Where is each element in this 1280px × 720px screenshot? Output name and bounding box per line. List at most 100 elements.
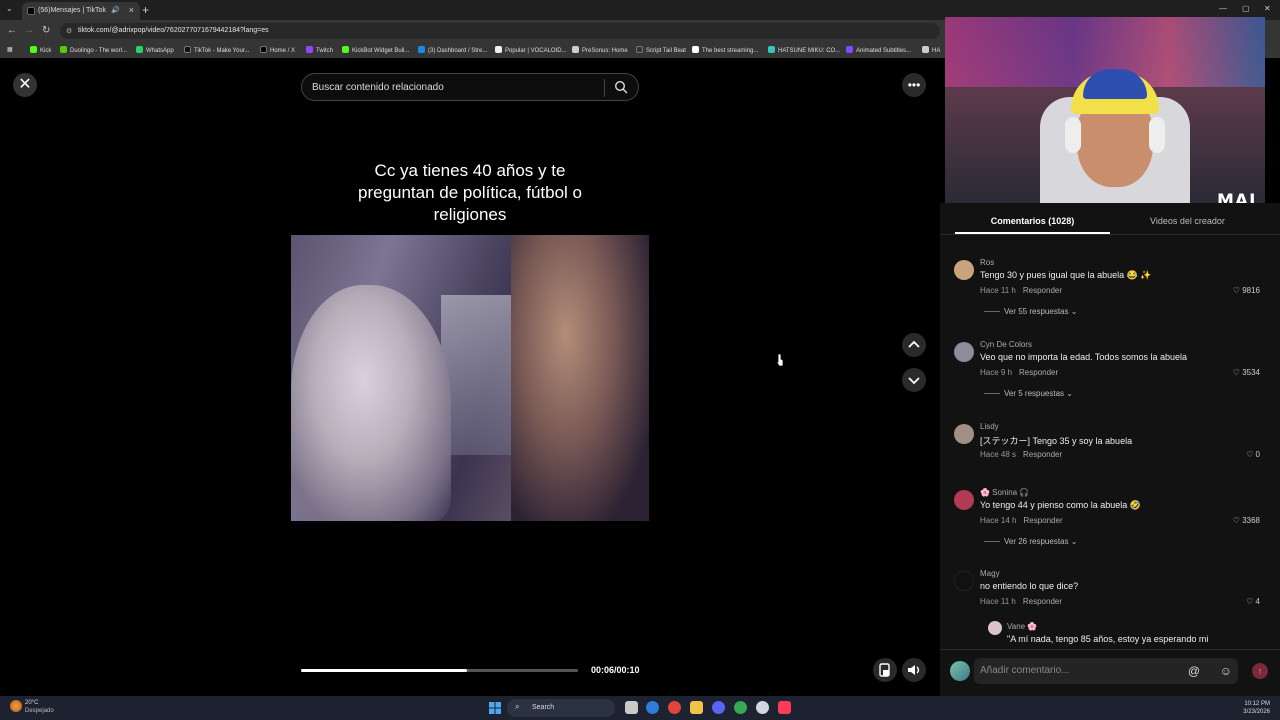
bookmark-11[interactable]: The best streaming... bbox=[692, 46, 758, 54]
reload-icon[interactable]: ↻ bbox=[42, 25, 50, 36]
speaker-icon[interactable]: 🔊 bbox=[111, 6, 120, 14]
bookmark-13[interactable]: Animated Subtitles... bbox=[846, 46, 911, 54]
related-search-input[interactable]: Buscar contenido relacionado bbox=[301, 73, 639, 101]
young-woman-figure bbox=[511, 235, 649, 521]
reply-button[interactable]: Responder bbox=[1023, 516, 1062, 525]
bookmark-7[interactable]: (3) Dashboard / Stre... bbox=[418, 46, 487, 54]
reply-text: "A mí nada, tengo 85 años, estoy ya espe… bbox=[1007, 634, 1209, 644]
avatar[interactable] bbox=[954, 490, 974, 510]
like-button[interactable]: ♡ 3368 bbox=[1233, 516, 1260, 525]
site-info-icon[interactable]: ⚙ bbox=[66, 27, 72, 35]
bookmark-4[interactable]: Home / X bbox=[260, 46, 295, 54]
pip-button[interactable] bbox=[873, 658, 897, 682]
view-replies-button[interactable]: Ver 26 respuestas ⌄ bbox=[984, 537, 1077, 546]
browser-tab[interactable]: (56)Mensajes | TikTok 🔊 × bbox=[22, 2, 140, 20]
previous-video-button[interactable] bbox=[902, 333, 926, 357]
bookmark-icon bbox=[922, 46, 929, 53]
bookmark-8[interactable]: Popular | VOCALOID... bbox=[495, 46, 567, 54]
comment-input[interactable]: Añadir comentario... @ ☺ bbox=[974, 658, 1238, 684]
comment-user[interactable]: 🌸 Sonina 🎧 bbox=[980, 488, 1029, 497]
taskbar-search[interactable]: ⌕ Search bbox=[507, 699, 615, 717]
tab-search-icon[interactable]: ⌄ bbox=[6, 4, 13, 13]
close-video-button[interactable]: ✕ bbox=[13, 73, 37, 97]
comment-meta: Hace 9 h Responder bbox=[980, 368, 1058, 377]
bookmark-1[interactable]: Duolingo - The worl... bbox=[60, 46, 127, 54]
like-button[interactable]: ♡ 3534 bbox=[1233, 368, 1260, 377]
comment-placeholder: Añadir comentario... bbox=[980, 665, 1070, 676]
bookmark-0[interactable]: Kick bbox=[30, 46, 51, 54]
bookmark-icon bbox=[60, 46, 67, 53]
bookmark-10[interactable]: Script Tail Beat bbox=[636, 46, 686, 54]
minimize-icon[interactable]: — bbox=[1219, 4, 1227, 13]
comment-text: Tengo 30 y pues igual que la abuela 😂 ✨ bbox=[980, 270, 1152, 280]
avatar[interactable] bbox=[954, 571, 974, 591]
comment-user[interactable]: Magy bbox=[980, 569, 1000, 578]
avatar[interactable] bbox=[954, 342, 974, 362]
opera-icon[interactable] bbox=[668, 701, 681, 714]
tab-comments[interactable]: Comentarios (1028) bbox=[955, 216, 1110, 226]
discord-icon[interactable] bbox=[712, 701, 725, 714]
comment-meta: Hace 11 h Responder bbox=[980, 286, 1062, 295]
view-replies-button[interactable]: Ver 5 respuestas ⌄ bbox=[984, 389, 1073, 398]
reply-button[interactable]: Responder bbox=[1023, 597, 1062, 606]
comment-user[interactable]: Cyn De Colors bbox=[980, 340, 1032, 349]
bookmark-icon bbox=[306, 46, 313, 53]
video-progress-fill bbox=[301, 669, 468, 672]
bookmark-6[interactable]: KickBot Widget Buil... bbox=[342, 46, 409, 54]
like-count: 0 bbox=[1255, 450, 1260, 459]
reply-button[interactable]: Responder bbox=[1023, 286, 1062, 295]
search-icon[interactable] bbox=[614, 80, 628, 94]
bookmark-5[interactable]: Twitch bbox=[306, 46, 333, 54]
new-tab-button[interactable]: + bbox=[142, 3, 149, 17]
volume-button[interactable] bbox=[902, 658, 926, 682]
volume-icon bbox=[908, 665, 920, 675]
like-button[interactable]: ♡ 4 bbox=[1246, 597, 1260, 606]
bookmark-icon bbox=[260, 46, 267, 53]
tab-creator-videos[interactable]: Videos del creador bbox=[1110, 216, 1265, 226]
maximize-icon[interactable]: ▢ bbox=[1242, 4, 1250, 13]
avatar[interactable] bbox=[954, 260, 974, 280]
comment-meta: Hace 11 h Responder bbox=[980, 597, 1062, 606]
picture-in-picture-icon bbox=[879, 663, 890, 677]
like-button[interactable]: ♡ 0 bbox=[1246, 450, 1260, 459]
video-progress-bar[interactable] bbox=[301, 669, 578, 672]
url-field[interactable]: ⚙ tiktok.com/@adrixpop/video/76202770716… bbox=[60, 23, 940, 39]
background-figure bbox=[441, 295, 521, 455]
settings-icon[interactable] bbox=[756, 701, 769, 714]
search-placeholder: Buscar contenido relacionado bbox=[312, 82, 444, 93]
window-close-icon[interactable]: ✕ bbox=[1264, 4, 1271, 13]
reply-button[interactable]: Responder bbox=[1019, 368, 1058, 377]
apps-icon[interactable]: ▦ bbox=[7, 46, 13, 53]
bookmark-9[interactable]: PreSonus: Home bbox=[572, 46, 628, 54]
emoji-icon[interactable]: ☺ bbox=[1220, 664, 1232, 678]
send-button[interactable]: ↑ bbox=[1252, 663, 1268, 679]
bookmark-12[interactable]: HATSUNE MIKU: CO... bbox=[768, 46, 840, 54]
bookmark-14[interactable]: HA bbox=[922, 46, 940, 54]
comment-user[interactable]: Lisdy bbox=[980, 422, 999, 431]
streamer-logo: MAI bbox=[1217, 191, 1257, 203]
comment-user[interactable]: Ros bbox=[980, 258, 994, 267]
avatar[interactable] bbox=[954, 424, 974, 444]
system-clock[interactable]: 10:12 PM 3/23/2026 bbox=[1243, 700, 1270, 716]
reply-user[interactable]: Vane 🌸 bbox=[1007, 622, 1037, 631]
reply-button[interactable]: Responder bbox=[1023, 450, 1062, 459]
like-button[interactable]: ♡ 9816 bbox=[1233, 286, 1260, 295]
start-icon[interactable] bbox=[489, 702, 501, 714]
tab-close-icon[interactable]: × bbox=[129, 5, 134, 15]
view-replies-button[interactable]: Ver 55 respuestas ⌄ bbox=[984, 307, 1077, 316]
forward-icon[interactable]: → bbox=[24, 25, 34, 36]
avatar[interactable] bbox=[988, 621, 1002, 635]
music-app-icon[interactable] bbox=[778, 701, 791, 714]
chrome-icon[interactable] bbox=[734, 701, 747, 714]
bookmark-3[interactable]: TikTok - Make Your... bbox=[184, 46, 249, 54]
task-view-icon[interactable] bbox=[625, 701, 638, 714]
tiktok-favicon-icon bbox=[27, 7, 35, 15]
file-explorer-icon[interactable] bbox=[690, 701, 703, 714]
back-icon[interactable]: ← bbox=[7, 25, 17, 36]
mention-icon[interactable]: @ bbox=[1188, 664, 1200, 678]
more-options-icon[interactable]: ••• bbox=[902, 73, 926, 97]
bookmark-2[interactable]: WhatsApp bbox=[136, 46, 174, 54]
video-player[interactable]: Buscar contenido relacionado Cc ya tiene… bbox=[291, 62, 649, 696]
next-video-button[interactable] bbox=[902, 368, 926, 392]
edge-icon[interactable] bbox=[646, 701, 659, 714]
